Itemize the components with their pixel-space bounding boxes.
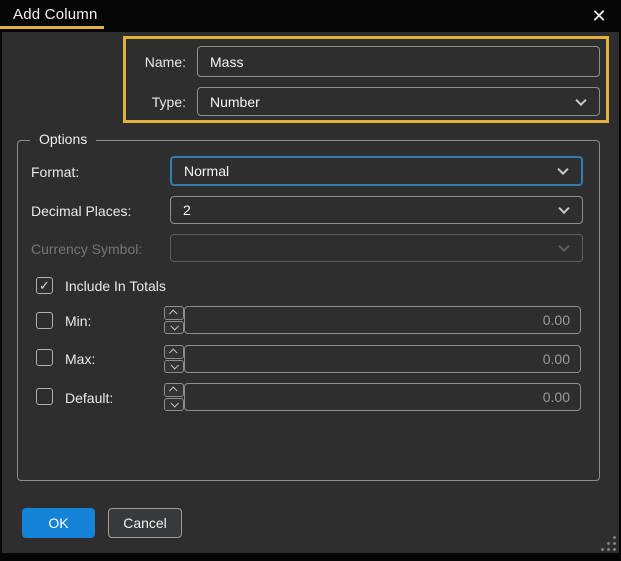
name-input[interactable]: Mass — [197, 46, 600, 77]
min-checkbox[interactable] — [36, 312, 53, 329]
chevron-down-icon — [558, 240, 570, 253]
name-value: Mass — [210, 53, 244, 70]
type-value: Number — [210, 93, 260, 110]
spinner-down-button[interactable] — [164, 397, 184, 411]
max-checkbox[interactable] — [36, 349, 53, 366]
currency-symbol-label: Currency Symbol: — [31, 241, 143, 257]
default-spinner — [164, 383, 184, 411]
decimal-places-label: Decimal Places: — [31, 203, 132, 219]
resize-grip[interactable] — [601, 535, 617, 551]
default-label: Default: — [65, 390, 114, 406]
chevron-up-icon — [169, 348, 178, 357]
chevron-down-icon — [170, 322, 179, 331]
spinner-up-button[interactable] — [164, 345, 184, 359]
decimal-places-value: 2 — [183, 202, 191, 218]
decimal-places-dropdown[interactable]: 2 — [170, 196, 583, 224]
min-spinner — [164, 306, 184, 334]
dialog-title: Add Column — [13, 6, 98, 23]
add-column-dialog: Add Column ✕ Name: Mass Type: Number Opt… — [0, 0, 621, 561]
include-in-totals-label: Include In Totals — [65, 278, 166, 294]
title-accent-underline — [0, 26, 104, 29]
check-icon: ✓ — [39, 278, 50, 293]
name-label: Name: — [144, 54, 186, 70]
format-label: Format: — [31, 164, 80, 180]
spinner-down-button[interactable] — [164, 320, 184, 334]
default-checkbox[interactable] — [36, 388, 53, 405]
spinner-down-button[interactable] — [164, 359, 184, 373]
min-label: Min: — [65, 313, 92, 329]
chevron-down-icon — [575, 94, 587, 106]
max-label: Max: — [65, 351, 96, 367]
min-input: 0.00 — [184, 306, 581, 334]
cancel-button[interactable]: Cancel — [108, 508, 182, 538]
min-value: 0.00 — [542, 312, 570, 328]
ok-button[interactable]: OK — [22, 508, 95, 538]
close-icon: ✕ — [591, 6, 607, 26]
max-spinner — [164, 345, 184, 373]
chevron-down-icon — [557, 163, 569, 176]
type-label: Type: — [151, 94, 186, 110]
currency-symbol-dropdown — [170, 234, 583, 262]
format-dropdown[interactable]: Normal — [170, 156, 583, 186]
title-bar: Add Column ✕ — [0, 0, 621, 32]
default-value: 0.00 — [542, 389, 570, 405]
chevron-down-icon — [170, 399, 179, 408]
spinner-up-button[interactable] — [164, 383, 184, 397]
close-button[interactable]: ✕ — [586, 3, 612, 29]
type-dropdown[interactable]: Number — [197, 87, 600, 116]
format-value: Normal — [184, 163, 230, 179]
max-input: 0.00 — [184, 345, 581, 373]
chevron-up-icon — [169, 386, 178, 395]
include-in-totals-checkbox[interactable]: ✓ — [36, 277, 53, 294]
default-input: 0.00 — [184, 383, 581, 411]
spinner-up-button[interactable] — [164, 306, 184, 320]
options-legend: Options — [30, 131, 97, 147]
chevron-down-icon — [170, 361, 179, 370]
chevron-up-icon — [169, 309, 178, 318]
max-value: 0.00 — [542, 351, 570, 367]
chevron-down-icon — [558, 202, 570, 215]
